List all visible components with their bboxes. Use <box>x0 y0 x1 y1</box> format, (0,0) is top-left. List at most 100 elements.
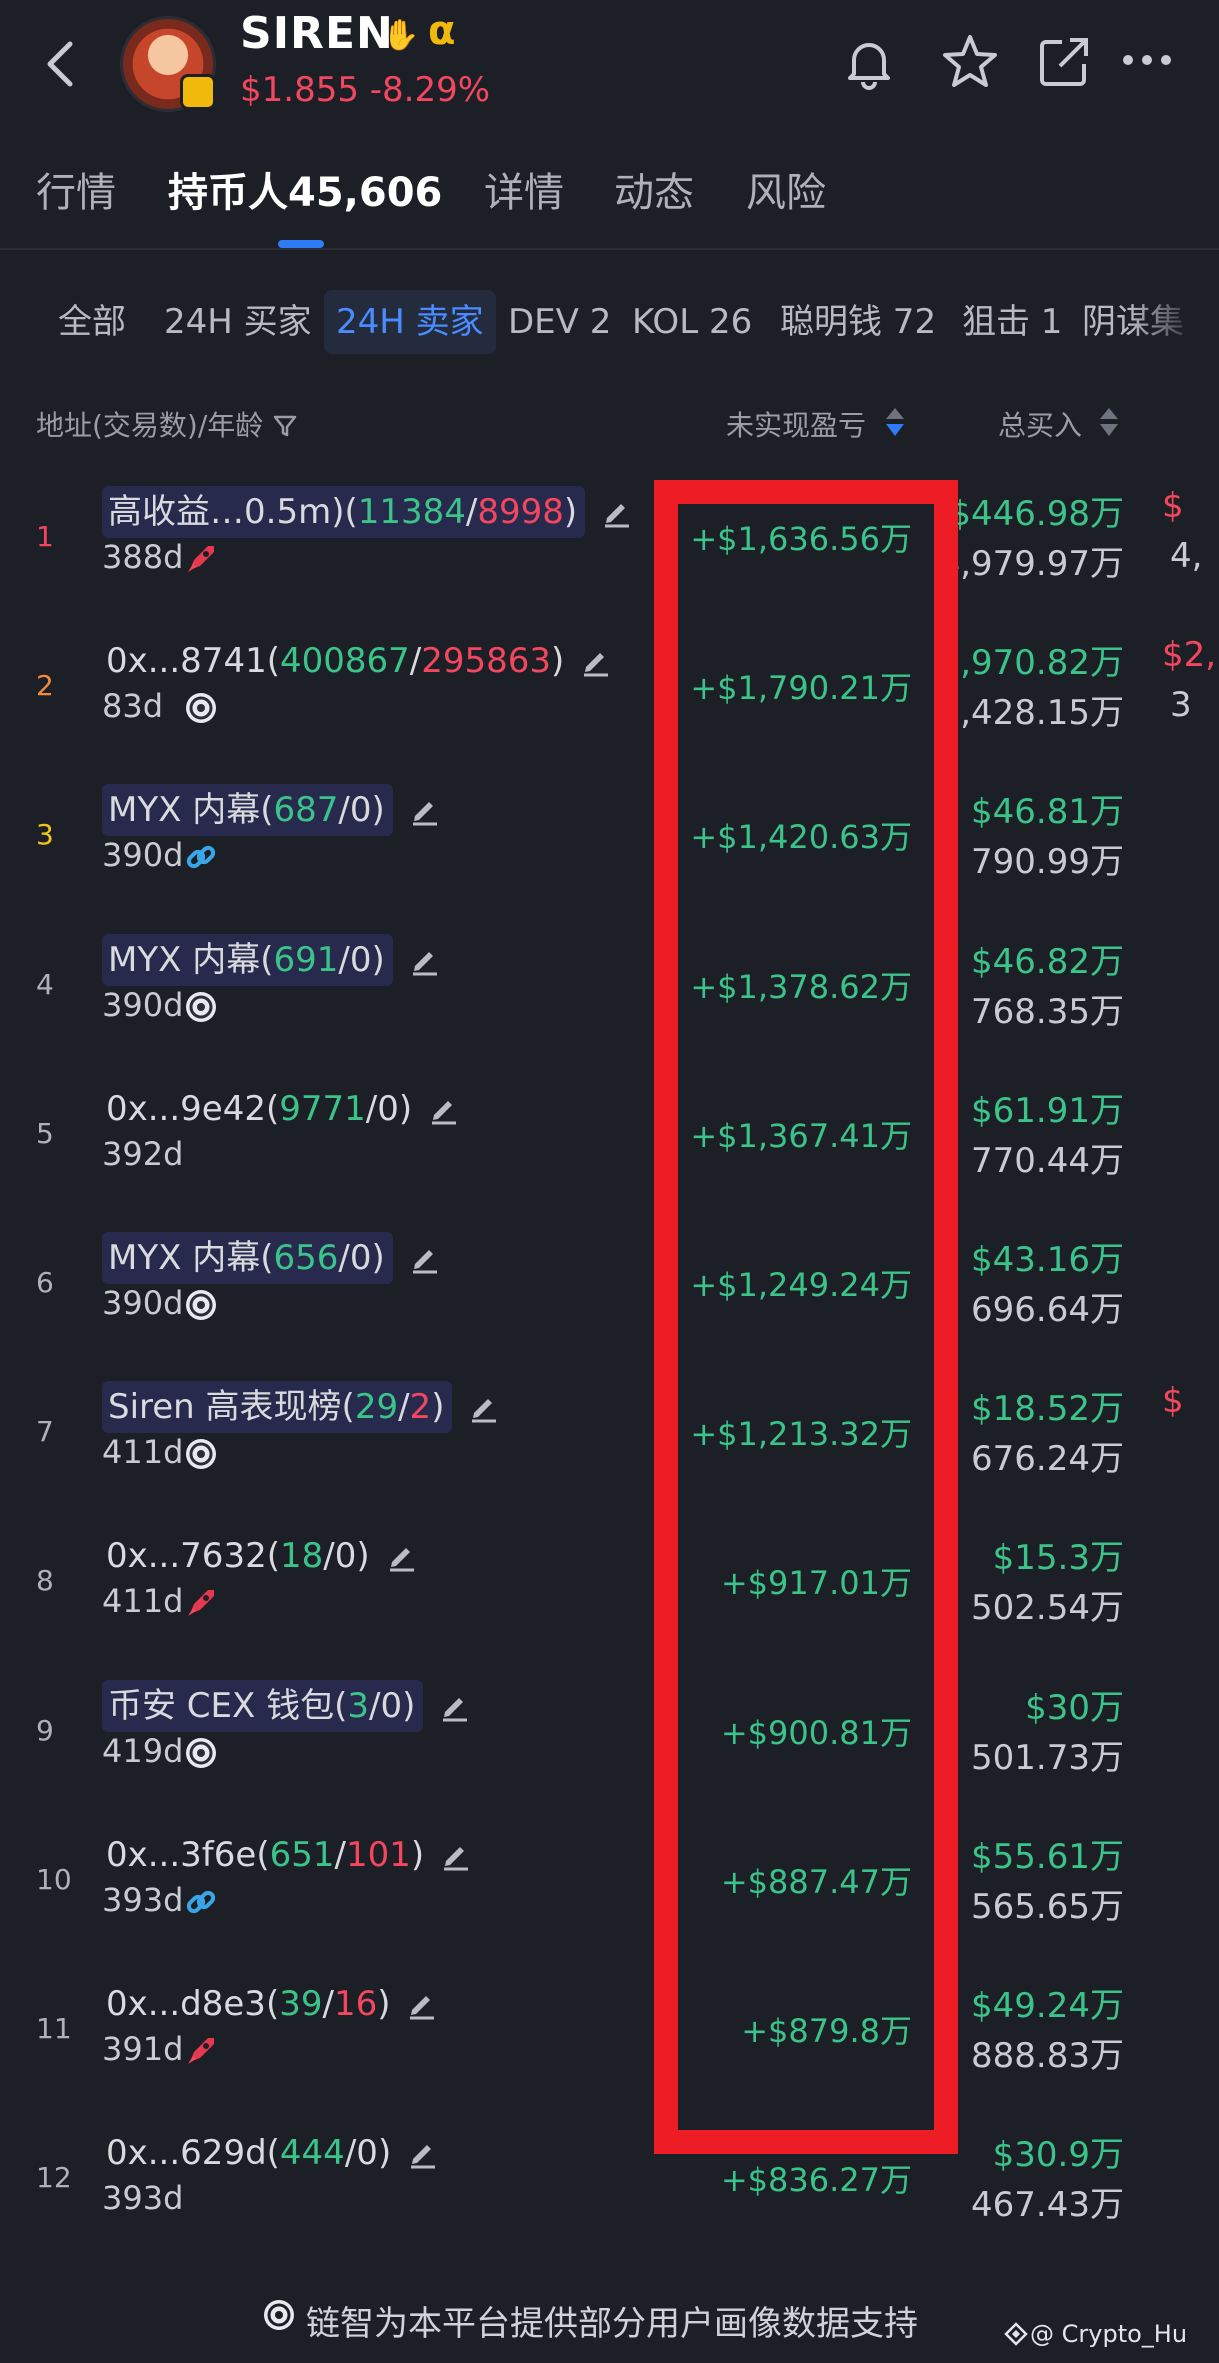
column-total-buy[interactable]: 总买入 <box>998 404 1082 444</box>
sort-desc-icon[interactable] <box>884 406 906 438</box>
wallet-address[interactable]: MYX 内幕(656/0) <box>102 1232 393 1284</box>
edit-icon[interactable] <box>439 1690 471 1722</box>
wallet-age: 392d <box>102 1135 184 1173</box>
wallet-address[interactable]: MYX 内幕(687/0) <box>102 784 393 836</box>
active-tab-indicator <box>278 240 324 248</box>
edit-icon[interactable] <box>468 1391 500 1423</box>
filter-24h-sellers[interactable]: 24H 卖家 <box>324 290 496 354</box>
filter-all[interactable]: 全部 <box>46 290 138 354</box>
paren-close: ) <box>431 1387 445 1427</box>
paren-close: ) <box>371 790 385 830</box>
wallet-age: 390d <box>102 1284 184 1322</box>
edit-icon[interactable] <box>409 794 441 826</box>
paren-close: ) <box>551 641 565 681</box>
more-icon[interactable] <box>1120 40 1174 80</box>
edit-icon[interactable] <box>409 944 441 976</box>
paren-close: ) <box>398 1089 413 1129</box>
hand-icon: ✋ <box>382 18 420 53</box>
paren-close: ) <box>371 940 385 980</box>
row-rank: 3 <box>36 818 54 851</box>
filter-24h-buyers[interactable]: 24H 买家 <box>152 290 324 354</box>
paren-open: ( <box>334 1686 348 1726</box>
bell-icon[interactable] <box>840 32 898 90</box>
wallet-address[interactable]: 0x...8741(400867/295863) <box>106 635 564 687</box>
edit-icon[interactable] <box>440 1839 472 1871</box>
sell-tx-count: 0 <box>349 1238 372 1278</box>
wallet-age: 419d <box>102 1732 184 1770</box>
wallet-name: MYX 内幕 <box>108 1238 261 1278</box>
wallet-address[interactable]: 币安 CEX 钱包(3/0) <box>102 1680 424 1732</box>
wallet-address[interactable]: 0x...629d(444/0) <box>106 2127 391 2179</box>
scroll-fade <box>1130 280 1219 360</box>
wallet-age: 83d <box>102 687 164 725</box>
tab-details[interactable]: 详情 <box>484 160 564 218</box>
tab-risk[interactable]: 风险 <box>746 160 826 218</box>
row-rank: 10 <box>36 1863 72 1896</box>
wallet-address[interactable]: 0x...7632(18/0) <box>106 1530 370 1582</box>
filter-smart-money[interactable]: 聪明钱 72 <box>768 290 948 354</box>
tab-activity[interactable]: 动态 <box>614 160 694 218</box>
buy-tx-count: 9771 <box>279 1089 366 1129</box>
wallet-name: 0x...3f6e <box>106 1835 257 1875</box>
wallet-address[interactable]: 0x...9e42(9771/0) <box>106 1083 412 1135</box>
star-icon[interactable] <box>940 32 1000 92</box>
binance-square-icon <box>1004 2322 1028 2346</box>
tx-separator: / <box>465 492 478 532</box>
back-arrow-icon[interactable] <box>40 38 80 90</box>
wallet-address[interactable]: 高收益…0.5m)(11384/8998) <box>102 486 586 538</box>
buy-tx-count: 3 <box>347 1686 370 1726</box>
row-rank: 4 <box>36 968 54 1001</box>
wallet-address[interactable]: Siren 高表现榜(29/2) <box>102 1381 453 1433</box>
rocket-icon <box>184 1586 218 1620</box>
edit-icon[interactable] <box>407 2137 439 2169</box>
edit-icon[interactable] <box>406 1988 438 2020</box>
wallet-address[interactable]: 0x...3f6e(651/101) <box>106 1829 424 1881</box>
tx-separator: / <box>369 1686 381 1726</box>
filter-icon[interactable] <box>272 413 298 439</box>
paren-open: ( <box>260 790 274 830</box>
wallet-name: 0x...9e42 <box>106 1089 266 1129</box>
edit-icon[interactable] <box>409 1242 441 1274</box>
target-icon <box>184 990 218 1024</box>
filter-dev[interactable]: DEV 2 <box>496 290 623 354</box>
filter-sniper[interactable]: 狙击 1 <box>950 290 1074 354</box>
target-icon <box>184 1736 218 1770</box>
cut-off-value: $2, <box>1162 635 1217 675</box>
paren-open: ( <box>266 641 280 681</box>
edit-icon[interactable] <box>428 1093 460 1125</box>
tx-separator: / <box>338 1238 350 1278</box>
price-change: -8.29% <box>369 70 491 110</box>
sell-tx-count: 0 <box>356 2133 378 2173</box>
edit-icon[interactable] <box>386 1540 418 1572</box>
wallet-age: 411d <box>102 1582 184 1620</box>
tx-separator: / <box>338 940 350 980</box>
row-rank: 11 <box>36 2012 72 2045</box>
tab-market[interactable]: 行情 <box>36 160 116 218</box>
cut-off-value: $ <box>1162 486 1184 526</box>
wallet-address[interactable]: 0x...d8e3(39/16) <box>106 1978 390 2030</box>
wallet-name: 0x...d8e3 <box>106 1984 266 2024</box>
share-icon[interactable] <box>1036 34 1092 90</box>
cut-off-value: 4, <box>1170 536 1203 576</box>
sort-icon[interactable] <box>1098 406 1120 438</box>
link-icon <box>184 1885 218 1919</box>
column-address-label: 地址(交易数)/年龄 <box>36 409 264 442</box>
wallet-age: 393d <box>102 1881 184 1919</box>
tab-holders[interactable]: 持币人45,606 <box>168 160 442 218</box>
sell-tx-count: 0 <box>377 1089 399 1129</box>
paren-open: ( <box>260 940 274 980</box>
tx-separator: / <box>323 1536 335 1576</box>
wallet-age: 388d <box>102 538 184 576</box>
wallet-name: 币安 CEX 钱包 <box>108 1686 335 1726</box>
data-source-note: 链智为本平台提供部分用户画像数据支持 <box>306 2304 918 2344</box>
price-line: $1.855 -8.29% <box>240 70 490 110</box>
wallet-name: 0x...7632 <box>106 1536 267 1576</box>
column-address[interactable]: 地址(交易数)/年龄 <box>36 404 298 444</box>
wallet-name: 0x...629d <box>106 2133 267 2173</box>
wallet-address[interactable]: MYX 内幕(691/0) <box>102 934 393 986</box>
edit-icon[interactable] <box>580 645 612 677</box>
column-pnl[interactable]: 未实现盈亏 <box>726 404 866 444</box>
paren-open: ( <box>260 1238 274 1278</box>
filter-kol[interactable]: KOL 26 <box>620 290 764 354</box>
watermark: @ Crypto_Hu <box>1030 2320 1188 2348</box>
